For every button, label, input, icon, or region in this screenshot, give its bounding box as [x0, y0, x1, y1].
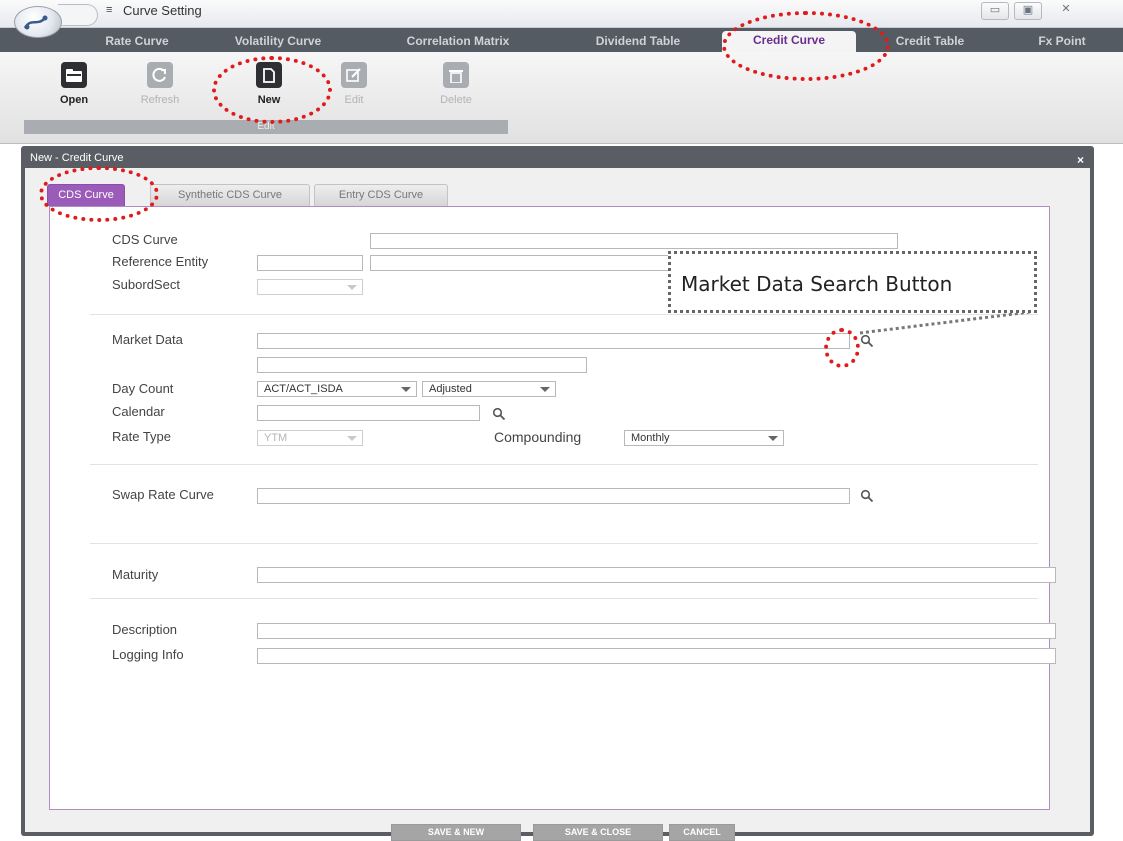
refresh-label: Refresh: [140, 94, 180, 106]
day-count-label: Day Count: [112, 381, 174, 396]
market-data-input[interactable]: [257, 333, 850, 349]
module-tab-strip: Rate Curve Volatility Curve Correlation …: [0, 28, 1123, 52]
ribbon-group-label: Edit: [24, 120, 508, 134]
open-button[interactable]: Open: [44, 62, 104, 106]
cancel-button[interactable]: CANCEL: [669, 824, 735, 841]
new-button[interactable]: New: [239, 62, 299, 106]
chevron-down-icon: [347, 285, 357, 290]
trash-icon: [443, 62, 469, 88]
swap-rate-curve-label: Swap Rate Curve: [112, 487, 214, 502]
reference-entity-label: Reference Entity: [112, 254, 209, 269]
subordsect-label: SubordSect: [112, 277, 180, 292]
form-divider: [90, 464, 1038, 465]
tab-entry-cds-curve[interactable]: Entry CDS Curve: [314, 184, 448, 206]
callout-text: Market Data Search Button: [681, 272, 953, 296]
day-count-adjust-select[interactable]: Adjusted: [422, 381, 556, 397]
save-and-new-button[interactable]: SAVE & NEW: [391, 824, 521, 841]
tab-cds-curve[interactable]: CDS Curve: [47, 184, 125, 206]
reference-entity-code-input[interactable]: [257, 255, 363, 271]
calendar-search-icon[interactable]: [492, 407, 506, 421]
swap-rate-curve-input[interactable]: [257, 488, 850, 504]
dialog-close-icon[interactable]: ×: [1077, 153, 1084, 167]
chevron-down-icon: [768, 436, 778, 441]
form-divider: [90, 543, 1038, 544]
logging-info-input[interactable]: [257, 648, 1056, 664]
new-credit-curve-dialog: New - Credit Curve × CDS Curve Synthetic…: [21, 146, 1094, 841]
market-data-search-callout: Market Data Search Button: [668, 251, 1037, 313]
edit-icon: [341, 62, 367, 88]
tab-dividend-table[interactable]: Dividend Table: [570, 32, 706, 52]
dialog-title: New - Credit Curve: [30, 152, 124, 164]
calendar-label: Calendar: [112, 404, 165, 419]
open-label: Open: [59, 94, 89, 106]
tab-correlation-matrix[interactable]: Correlation Matrix: [378, 32, 538, 52]
swap-rate-curve-search-icon[interactable]: [860, 489, 874, 503]
save-and-close-button[interactable]: SAVE & CLOSE: [533, 824, 663, 841]
day-count-adjust-value: Adjusted: [429, 383, 472, 395]
folder-icon: [61, 62, 87, 88]
form-divider: [90, 598, 1038, 599]
refresh-button[interactable]: Refresh: [130, 62, 190, 106]
app-logo-icon[interactable]: [14, 6, 62, 38]
cds-curve-label: CDS Curve: [112, 232, 178, 247]
rate-type-value: YTM: [264, 432, 288, 444]
window-title: Curve Setting: [123, 3, 202, 18]
day-count-select[interactable]: ACT/ACT_ISDA: [257, 381, 417, 397]
market-data-search-icon[interactable]: [860, 334, 874, 348]
edit-button[interactable]: Edit: [324, 62, 384, 106]
day-count-value: ACT/ACT_ISDA: [264, 383, 343, 395]
tab-synthetic-cds-curve[interactable]: Synthetic CDS Curve: [150, 184, 310, 206]
description-input[interactable]: [257, 623, 1056, 639]
close-window-button[interactable]: ✕: [1052, 2, 1080, 20]
logging-info-label: Logging Info: [112, 647, 184, 662]
new-label: New: [257, 94, 281, 106]
maturity-label: Maturity: [112, 567, 159, 582]
tab-volatility-curve[interactable]: Volatility Curve: [208, 32, 348, 52]
cds-curve-input[interactable]: [370, 233, 898, 249]
tab-credit-table[interactable]: Credit Table: [876, 32, 984, 52]
compounding-label: Compounding: [494, 429, 582, 445]
tab-rate-curve[interactable]: Rate Curve: [82, 32, 192, 52]
chevron-down-icon: [347, 436, 357, 441]
window-title-bar: ≡ Curve Setting ▭ ▣ ✕: [0, 0, 1123, 28]
compounding-value: Monthly: [631, 432, 670, 444]
chevron-down-icon: [540, 387, 550, 392]
chevron-down-icon: [401, 387, 411, 392]
refresh-icon: [147, 62, 173, 88]
logo-arc: [58, 4, 98, 26]
subordsect-select[interactable]: [257, 279, 363, 295]
calendar-input[interactable]: [257, 405, 480, 421]
curve-logo-icon: [23, 15, 48, 30]
description-label: Description: [112, 622, 178, 637]
ribbon-toolbar: Open Refresh New Edit Delete Edit: [0, 52, 1123, 144]
rate-type-select[interactable]: YTM: [257, 430, 363, 446]
maturity-input[interactable]: [257, 567, 1056, 583]
delete-label: Delete: [440, 94, 472, 106]
edit-label: Edit: [344, 94, 364, 106]
rate-type-label: Rate Type: [112, 429, 172, 444]
form-divider: [90, 314, 1038, 315]
tab-fx-point[interactable]: Fx Point: [1012, 32, 1112, 52]
delete-button[interactable]: Delete: [426, 62, 486, 106]
market-data-secondary-input[interactable]: [257, 357, 587, 373]
market-data-label: Market Data: [112, 332, 183, 347]
minimize-button[interactable]: ▭: [981, 2, 1009, 20]
window-menu-icon[interactable]: ≡: [106, 4, 112, 16]
new-document-icon: [256, 62, 282, 88]
maximize-button[interactable]: ▣: [1014, 2, 1042, 20]
compounding-select[interactable]: Monthly: [624, 430, 784, 446]
tab-credit-curve[interactable]: Credit Curve: [722, 31, 856, 52]
